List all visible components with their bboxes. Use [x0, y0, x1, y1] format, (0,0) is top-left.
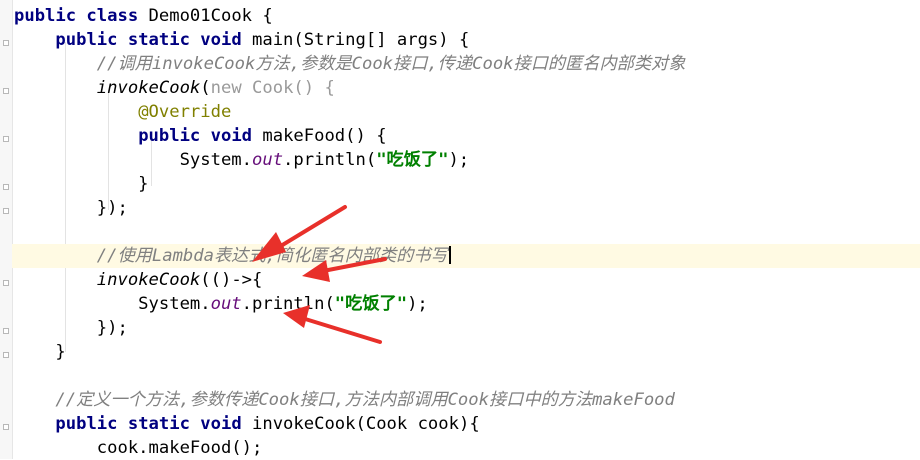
code-token: invokeCook [96, 270, 201, 290]
text-caret [448, 246, 451, 264]
code-token: cook.makeFood(); [14, 438, 263, 458]
code-line[interactable]: invokeCook(new Cook() { [12, 76, 920, 100]
code-token: public static void [55, 414, 253, 434]
fold-marker-icon[interactable] [3, 328, 9, 334]
code-token: makeFood() { [262, 126, 387, 146]
code-token: new Cook() { [210, 78, 335, 98]
code-line[interactable]: //定义一个方法,参数传递Cook接口,方法内部调用Cook接口中的方法make… [12, 388, 920, 412]
code-token: ( [200, 78, 211, 98]
code-line[interactable]: public static void invokeCook(Cook cook)… [12, 412, 920, 436]
code-token: public static void [55, 30, 253, 50]
code-token: ); [448, 150, 470, 170]
code-line[interactable] [12, 220, 920, 244]
code-token: main(String[] args) { [252, 30, 470, 50]
code-line[interactable]: } [12, 172, 920, 196]
fold-marker-icon[interactable] [3, 424, 9, 430]
code-token: .println( [283, 150, 377, 170]
code-token: public void [138, 126, 263, 146]
code-token: //调用invokeCook方法,参数是Cook接口,传递Cook接口的匿名内部… [96, 54, 686, 74]
code-line[interactable]: public void makeFood() { [12, 124, 920, 148]
code-token: }); [14, 198, 128, 218]
code-token: invokeCook [96, 78, 201, 98]
code-line[interactable]: @Override [12, 100, 920, 124]
code-token: //定义一个方法,参数传递Cook接口,方法内部调用Cook接口中的方法make… [55, 390, 675, 410]
code-token: Demo01Cook { [148, 6, 273, 26]
code-line[interactable]: } [12, 340, 920, 364]
fold-marker-icon[interactable] [3, 88, 9, 94]
fold-marker-icon[interactable] [3, 136, 9, 142]
code-token: @Override [138, 102, 232, 122]
code-editor[interactable]: public class Demo01Cook { public static … [12, 0, 920, 459]
fold-marker-icon[interactable] [3, 280, 9, 286]
code-token: public class [14, 6, 149, 26]
fold-marker-icon[interactable] [3, 184, 9, 190]
code-token: .println( [241, 294, 335, 314]
code-token: invokeCook(Cook cook){ [252, 414, 480, 434]
code-line[interactable]: public class Demo01Cook { [12, 4, 920, 28]
code-token: }); [14, 318, 128, 338]
fold-marker-icon[interactable] [3, 352, 9, 358]
code-token: "吃饭了" [376, 150, 449, 170]
code-line[interactable]: //调用invokeCook方法,参数是Cook接口,传递Cook接口的匿名内部… [12, 52, 920, 76]
code-token: //使用Lambda表达式,简化匿名内部类的书写 [96, 246, 448, 266]
code-token: out [252, 150, 284, 170]
code-line[interactable]: //使用Lambda表达式,简化匿名内部类的书写 [12, 244, 920, 268]
code-line[interactable]: }); [12, 196, 920, 220]
code-token: "吃饭了" [334, 294, 408, 314]
code-token: } [14, 174, 149, 194]
code-token: System. [14, 150, 252, 170]
code-token: (()->{ [200, 270, 263, 290]
code-line[interactable]: cook.makeFood(); [12, 436, 920, 460]
code-line[interactable]: System.out.println("吃饭了"); [12, 148, 920, 172]
code-line[interactable]: public static void main(String[] args) { [12, 28, 920, 52]
code-token: } [14, 342, 66, 362]
code-token: ); [407, 294, 428, 314]
code-line[interactable]: }); [12, 316, 920, 340]
code-line[interactable]: invokeCook(()->{ [12, 268, 920, 292]
fold-marker-icon[interactable] [3, 40, 9, 46]
code-line[interactable] [12, 364, 920, 388]
fold-marker-icon[interactable] [3, 208, 9, 214]
code-token: out [210, 294, 242, 314]
code-token: System. [14, 294, 211, 314]
code-line[interactable]: System.out.println("吃饭了"); [12, 292, 920, 316]
